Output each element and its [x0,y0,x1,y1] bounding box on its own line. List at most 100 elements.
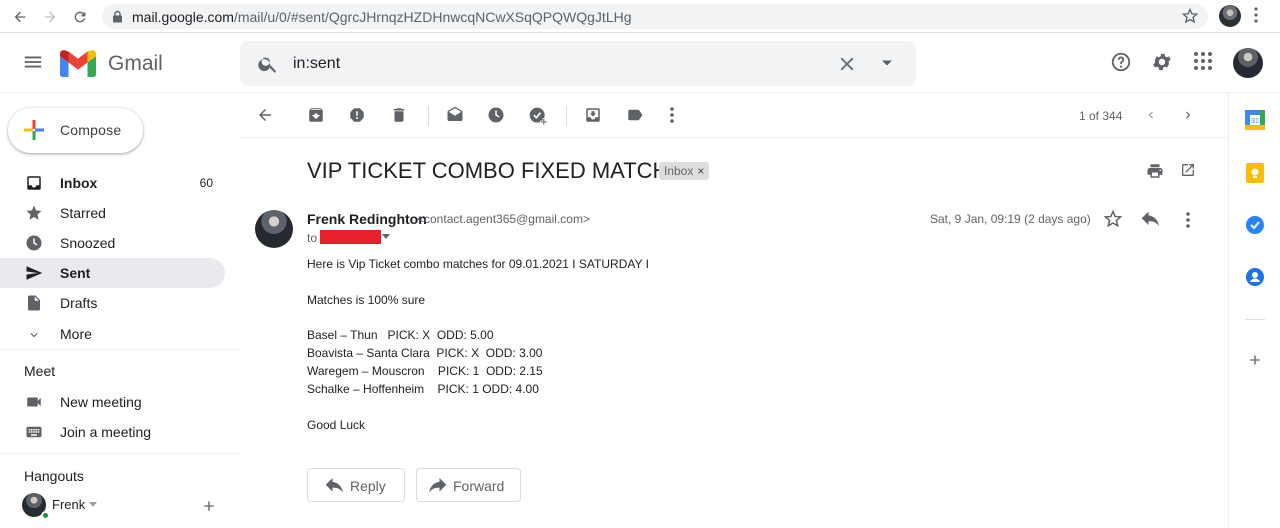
remove-label-icon[interactable]: × [697,164,704,178]
forward-label: Forward [453,478,505,494]
older-chevron-right-icon[interactable] [1181,108,1195,122]
gmail-logo-icon[interactable] [60,50,96,77]
help-icon[interactable] [1110,51,1132,73]
compose-plus-icon [22,118,46,142]
search-options-icon[interactable] [881,59,893,67]
sender-name[interactable]: Frenk Redinghton [307,211,427,227]
forward-icon [429,478,447,493]
address-bar[interactable]: mail.google.com/mail/u/0/#sent/QgrcJHrnq… [102,4,1208,29]
lock-icon [112,10,123,23]
back-arrow-icon[interactable] [256,106,274,124]
search-bar[interactable]: in:sent [240,41,916,86]
sidebar-item-new-meeting[interactable]: New meeting [0,387,225,417]
sidebar-item-sent[interactable]: Sent [0,258,225,288]
snooze-clock-icon[interactable] [487,106,505,124]
search-icon[interactable] [257,53,279,75]
move-to-icon[interactable] [584,106,602,124]
chevron-down-icon [27,328,41,342]
reply-icon [325,478,343,493]
reply-label: Reply [350,478,386,494]
clear-search-icon[interactable] [836,53,858,75]
divider [0,453,240,454]
email-subject: VIP TICKET COMBO FIXED MATCHES [307,158,698,183]
calendar-icon[interactable]: 31 [1245,110,1265,130]
browser-forward-icon[interactable] [39,6,61,28]
browser-profile-avatar[interactable] [1219,5,1241,27]
inbox-unread-count: 60 [199,176,213,190]
toolbar-separator [566,106,567,126]
sidebar-item-label: More [60,326,92,342]
email-body-line: Waregem – Mouscron PICK: 1 ODD: 2.15 [307,364,543,378]
sidebar: Compose Inbox 60 Starred Snoozed Sent Dr… [0,93,240,528]
report-spam-icon[interactable] [348,106,366,124]
keep-icon[interactable] [1245,163,1265,183]
account-avatar[interactable] [1233,48,1263,78]
sidebar-item-label: Inbox [60,175,98,191]
browser-reload-icon[interactable] [69,6,91,28]
star-icon [25,204,43,222]
email-body-line: Here is Vip Ticket combo matches for 09.… [307,257,649,271]
inbox-label-chip[interactable]: Inbox × [659,162,710,180]
reply-button[interactable]: Reply [307,468,405,502]
star-message-icon[interactable] [1104,210,1122,228]
side-panel: 31 [1228,93,1280,528]
chip-label: Inbox [664,164,694,178]
settings-gear-icon[interactable] [1151,51,1173,73]
email-body-line: Basel – Thun PICK: X ODD: 5.00 [307,328,494,342]
archive-icon[interactable] [307,106,325,124]
email-body-line: Boavista – Santa Clara PICK: X ODD: 3.00 [307,346,543,360]
open-new-window-icon[interactable] [1180,162,1196,178]
newer-chevron-left-icon[interactable] [1144,108,1158,122]
video-icon [25,393,43,411]
sidebar-item-label: Snoozed [60,235,116,251]
sidebar-item-join-meeting[interactable]: Join a meeting [0,417,225,447]
browser-menu-icon[interactable] [1254,7,1258,23]
contacts-icon[interactable] [1245,267,1265,287]
message-more-icon[interactable] [1182,211,1194,229]
clock-icon [25,234,43,252]
sidebar-item-label: Sent [60,265,91,281]
sidebar-item-starred[interactable]: Starred [0,198,225,228]
email-body-line: Schalke – Hoffenheim PICK: 1 ODD: 4.00 [307,382,539,396]
sidebar-item-inbox[interactable]: Inbox 60 [0,168,225,198]
main-menu-icon[interactable] [22,51,44,73]
pagination-text: 1 of 344 [1079,109,1123,123]
sidebar-item-label: Join a meeting [60,424,152,440]
sidebar-item-drafts[interactable]: Drafts [0,288,225,318]
more-vertical-icon[interactable] [666,106,678,124]
inbox-icon [25,174,43,192]
sidebar-item-label: Starred [60,205,106,221]
sender-avatar[interactable] [255,210,293,248]
sidebar-item-snoozed[interactable]: Snoozed [0,228,225,258]
forward-button[interactable]: Forward [416,468,521,502]
label-tag-icon[interactable] [626,106,644,124]
sender-email: <contact.agent365@gmail.com> [417,212,590,226]
reply-arrow-icon[interactable] [1141,211,1159,227]
svg-text:31: 31 [1251,118,1259,125]
gmail-header: Gmail in:sent [0,33,1280,93]
delete-trash-icon[interactable] [390,106,408,124]
compose-button[interactable]: Compose [8,108,143,153]
toolbar-separator [428,106,429,126]
search-input[interactable]: in:sent [293,55,340,73]
hangouts-user-name[interactable]: Frenk [52,497,85,512]
draft-icon [25,294,43,312]
gmail-wordmark[interactable]: Gmail [108,52,163,76]
sidebar-item-label: New meeting [60,394,142,410]
show-details-caret-icon[interactable] [382,234,390,239]
caret-down-icon[interactable] [89,502,97,507]
get-addons-plus-icon[interactable] [1247,352,1263,368]
sidebar-item-more[interactable]: More [0,319,225,349]
tasks-icon[interactable] [1245,215,1265,235]
meet-section-title: Meet [24,363,56,379]
bookmark-star-icon[interactable] [1182,8,1198,24]
apps-grid-icon[interactable] [1193,51,1213,71]
mark-unread-icon[interactable] [446,106,464,124]
add-icon[interactable] [201,498,217,514]
print-icon[interactable] [1146,162,1164,180]
add-to-tasks-icon[interactable] [528,106,548,126]
divider [0,349,240,350]
browser-back-icon[interactable] [9,6,31,28]
compose-label: Compose [60,122,122,138]
browser-toolbar: mail.google.com/mail/u/0/#sent/QgrcJHrnq… [0,0,1280,33]
